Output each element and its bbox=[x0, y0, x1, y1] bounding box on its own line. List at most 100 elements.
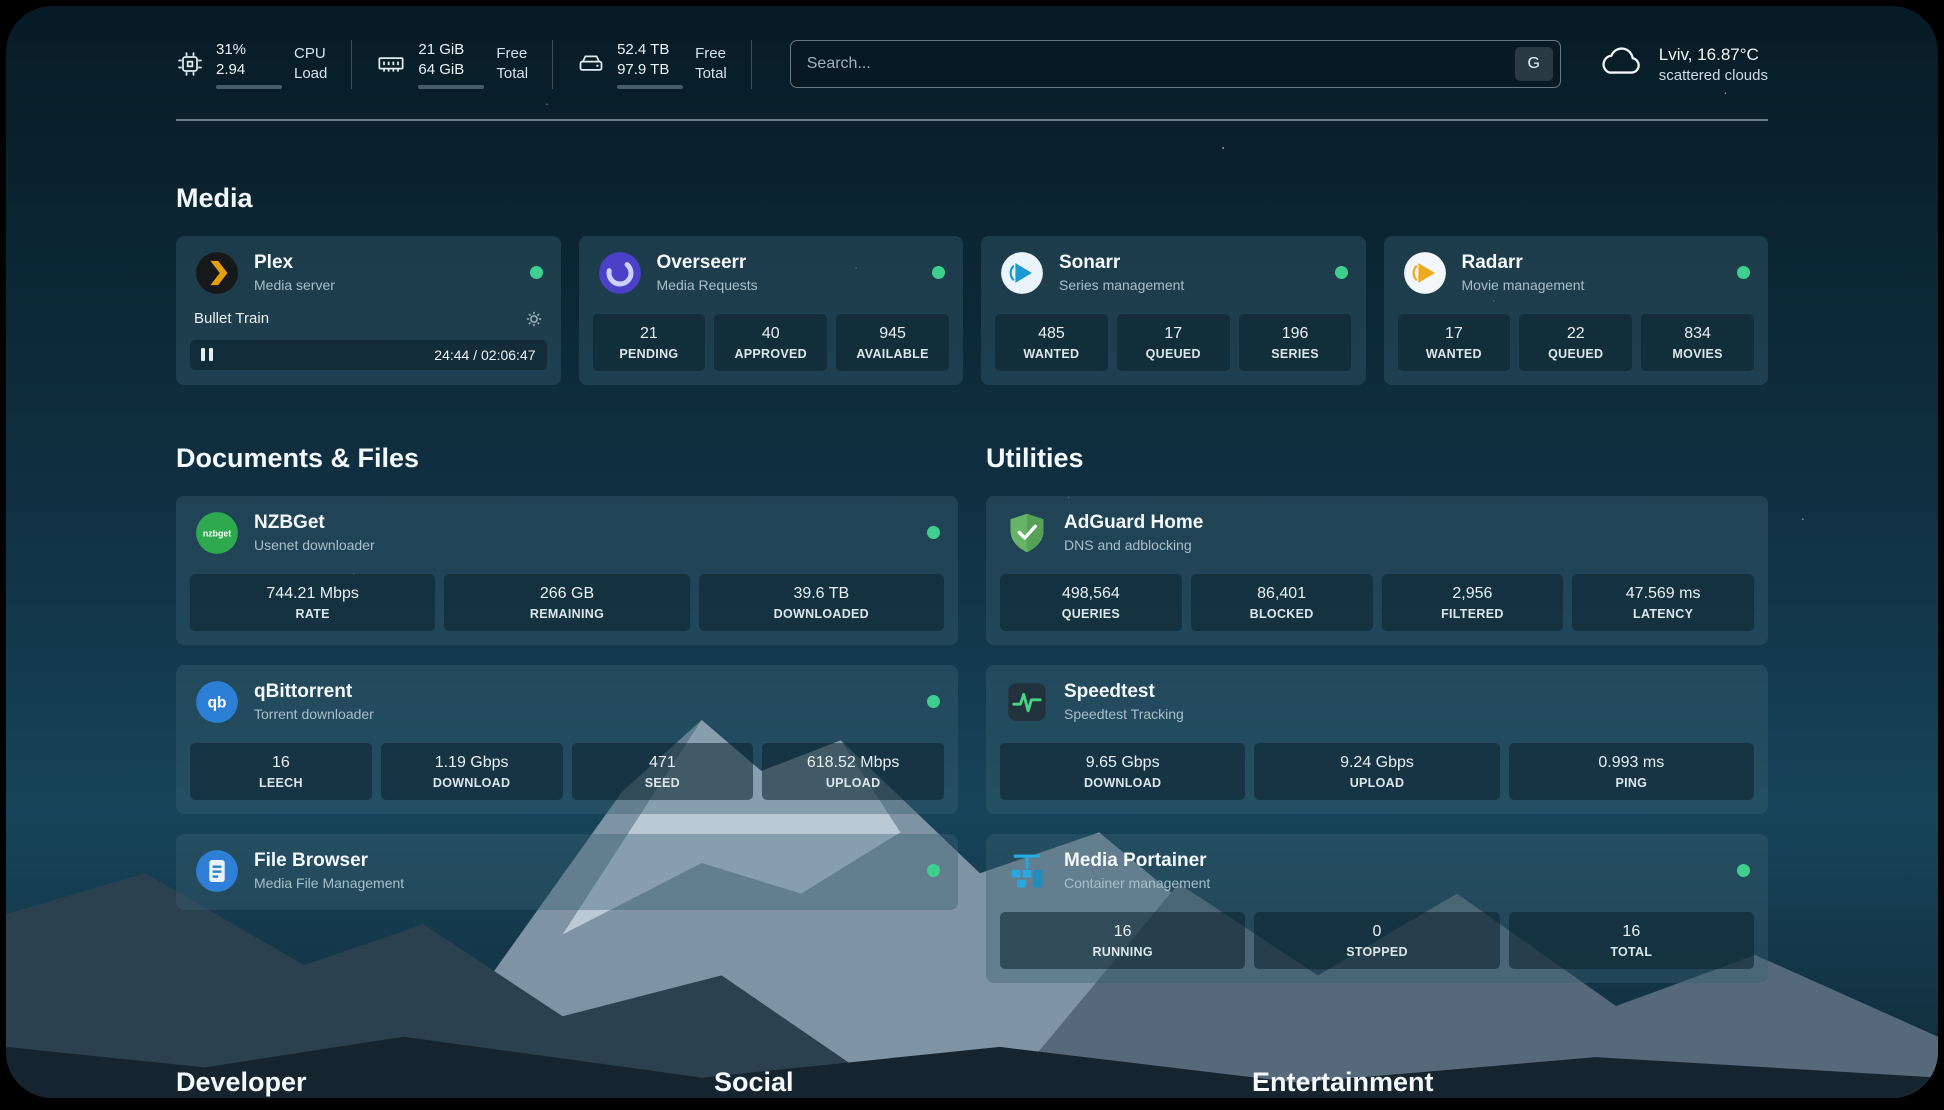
sonarr-title: Sonarr bbox=[1059, 252, 1184, 274]
sonarr-app-link[interactable]: Sonarr Series management bbox=[981, 236, 1366, 306]
ram-free-value: 21 GiB bbox=[418, 40, 484, 60]
qbittorrent-stat-upload: 618.52 Mbps UPLOAD bbox=[762, 743, 944, 800]
gear-icon[interactable] bbox=[525, 310, 543, 328]
portainer-title: Media Portainer bbox=[1064, 850, 1210, 872]
card-adguard: AdGuard Home DNS and adblocking 498,564 … bbox=[986, 496, 1768, 645]
sonarr-subtitle: Series management bbox=[1059, 277, 1184, 293]
portainer-stat-stopped: 0 STOPPED bbox=[1254, 912, 1499, 969]
header-divider bbox=[176, 119, 1768, 121]
card-sonarr: Sonarr Series management 485 WANTED 17 Q… bbox=[981, 236, 1366, 385]
card-speedtest: Speedtest Speedtest Tracking 9.65 Gbps D… bbox=[986, 665, 1768, 814]
qbittorrent-app-link[interactable]: qb qBittorrent Torrent downloader bbox=[176, 665, 958, 735]
cpu-usage-bar bbox=[216, 85, 282, 89]
section-utilities: Utilities AdGuard Home bbox=[986, 443, 1768, 983]
weather-widget: Lviv, 16.87°C scattered clouds bbox=[1597, 45, 1768, 84]
bookmarks-developer: Developer GH Github github.com SO StackO… bbox=[176, 1067, 692, 1099]
plex-app-link[interactable]: Plex Media server bbox=[176, 236, 561, 306]
adguard-title: AdGuard Home bbox=[1064, 512, 1203, 534]
overseerr-status-dot bbox=[932, 266, 945, 279]
search-provider-button[interactable]: G bbox=[1515, 47, 1553, 81]
sonarr-status-dot bbox=[1335, 266, 1348, 279]
card-filebrowser: File Browser Media File Management bbox=[176, 834, 958, 910]
adguard-stat-latency: 47.569 ms LATENCY bbox=[1572, 574, 1754, 631]
radarr-status-dot bbox=[1737, 266, 1750, 279]
qbittorrent-stat-download: 1.19 Gbps DOWNLOAD bbox=[381, 743, 563, 800]
search-input[interactable] bbox=[807, 55, 1515, 73]
adguard-subtitle: DNS and adblocking bbox=[1064, 537, 1203, 553]
card-portainer: Media Portainer Container management 16 … bbox=[986, 834, 1768, 983]
cpu-monitor: 31% 2.94 CPU Load bbox=[176, 40, 352, 89]
adguard-app-link[interactable]: AdGuard Home DNS and adblocking bbox=[986, 496, 1768, 566]
portainer-app-link[interactable]: Media Portainer Container management bbox=[986, 834, 1768, 904]
disk-total-value: 97.9 TB bbox=[617, 60, 683, 80]
disk-monitor: 52.4 TB 97.9 TB Free Total bbox=[577, 40, 752, 89]
plex-title: Plex bbox=[254, 252, 335, 274]
bookmarks-social: Social LI LinkedIn linkedin.com TW Twitt… bbox=[714, 1067, 1230, 1099]
section-title-utilities: Utilities bbox=[986, 443, 1768, 474]
ram-total-value: 64 GiB bbox=[418, 60, 484, 80]
radarr-title: Radarr bbox=[1462, 252, 1585, 274]
radarr-stat-movies: 834 MOVIES bbox=[1641, 314, 1754, 371]
radarr-stat-queued: 22 QUEUED bbox=[1519, 314, 1632, 371]
plex-status-dot bbox=[530, 266, 543, 279]
cloud-icon bbox=[1597, 45, 1643, 84]
cpu-labels: CPU Load bbox=[294, 44, 327, 85]
plex-progress-track[interactable] bbox=[225, 349, 422, 361]
ram-monitor: 21 GiB 64 GiB Free Total bbox=[376, 40, 553, 89]
nzbget-app-link[interactable]: nzbget NZBGet Usenet downloader bbox=[176, 496, 958, 566]
ram-usage-bar bbox=[418, 85, 484, 89]
section-title-social: Social bbox=[714, 1067, 1230, 1098]
sonarr-stat-queued: 17 QUEUED bbox=[1117, 314, 1230, 371]
radarr-app-link[interactable]: Radarr Movie management bbox=[1384, 236, 1769, 306]
bookmarks-entertainment: Entertainment YT YouTube youtube.com NF … bbox=[1252, 1067, 1768, 1099]
card-nzbget: nzbget NZBGet Usenet downloader 744.21 M… bbox=[176, 496, 958, 645]
portainer-status-dot bbox=[1737, 864, 1750, 877]
section-media: Media Plex Media server bbox=[176, 183, 1768, 385]
speedtest-stat-download: 9.65 Gbps DOWNLOAD bbox=[1000, 743, 1245, 800]
plex-player-bar: 24:44 / 02:06:47 bbox=[190, 340, 547, 370]
qbittorrent-title: qBittorrent bbox=[254, 681, 374, 703]
speedtest-stat-ping: 0.993 ms PING bbox=[1509, 743, 1754, 800]
disk-values: 52.4 TB 97.9 TB bbox=[617, 40, 683, 89]
ram-values: 21 GiB 64 GiB bbox=[418, 40, 484, 89]
sonarr-stat-series: 196 SERIES bbox=[1239, 314, 1352, 371]
speedtest-app-link[interactable]: Speedtest Speedtest Tracking bbox=[986, 665, 1768, 735]
search-bar[interactable]: G bbox=[790, 40, 1561, 88]
qbittorrent-icon: qb bbox=[194, 679, 240, 725]
overseerr-stat-approved: 40 APPROVED bbox=[714, 314, 827, 371]
section-title-entertainment: Entertainment bbox=[1252, 1067, 1768, 1098]
overseerr-subtitle: Media Requests bbox=[657, 277, 758, 293]
section-documents: Documents & Files nzbget NZBGet Usenet d bbox=[176, 443, 958, 910]
disk-labels: Free Total bbox=[695, 44, 727, 85]
disk-free-value: 52.4 TB bbox=[617, 40, 683, 60]
nzbget-title: NZBGet bbox=[254, 512, 375, 534]
ram-labels: Free Total bbox=[496, 44, 528, 85]
overseerr-icon bbox=[597, 250, 643, 296]
pause-icon[interactable] bbox=[201, 348, 213, 361]
sonarr-icon bbox=[999, 250, 1045, 296]
plex-subtitle: Media server bbox=[254, 277, 335, 293]
qbittorrent-status-dot bbox=[927, 695, 940, 708]
card-qbittorrent: qb qBittorrent Torrent downloader 16 LEE… bbox=[176, 665, 958, 814]
portainer-subtitle: Container management bbox=[1064, 875, 1210, 891]
weather-condition: scattered clouds bbox=[1659, 67, 1768, 84]
adguard-stat-queries: 498,564 QUERIES bbox=[1000, 574, 1182, 631]
plex-icon bbox=[194, 250, 240, 296]
cpu-chip-icon bbox=[176, 50, 204, 78]
overseerr-app-link[interactable]: Overseerr Media Requests bbox=[579, 236, 964, 306]
nzbget-subtitle: Usenet downloader bbox=[254, 537, 375, 553]
filebrowser-status-dot bbox=[927, 864, 940, 877]
overseerr-stat-pending: 21 PENDING bbox=[593, 314, 706, 371]
disk-usage-bar bbox=[617, 85, 683, 89]
cpu-percent: 31% bbox=[216, 40, 282, 60]
speedtest-icon bbox=[1004, 679, 1050, 725]
cpu-load-value: 2.94 bbox=[216, 60, 282, 80]
cpu-values: 31% 2.94 bbox=[216, 40, 282, 89]
nzbget-stat-remaining: 266 GB REMAINING bbox=[444, 574, 689, 631]
filebrowser-subtitle: Media File Management bbox=[254, 875, 404, 891]
dashboard-window: 31% 2.94 CPU Load 21 GiB bbox=[6, 6, 1938, 1098]
filebrowser-app-link[interactable]: File Browser Media File Management bbox=[176, 834, 958, 904]
portainer-stat-running: 16 RUNNING bbox=[1000, 912, 1245, 969]
nzbget-stat-downloaded: 39.6 TB DOWNLOADED bbox=[699, 574, 944, 631]
adguard-stat-filtered: 2,956 FILTERED bbox=[1382, 574, 1564, 631]
